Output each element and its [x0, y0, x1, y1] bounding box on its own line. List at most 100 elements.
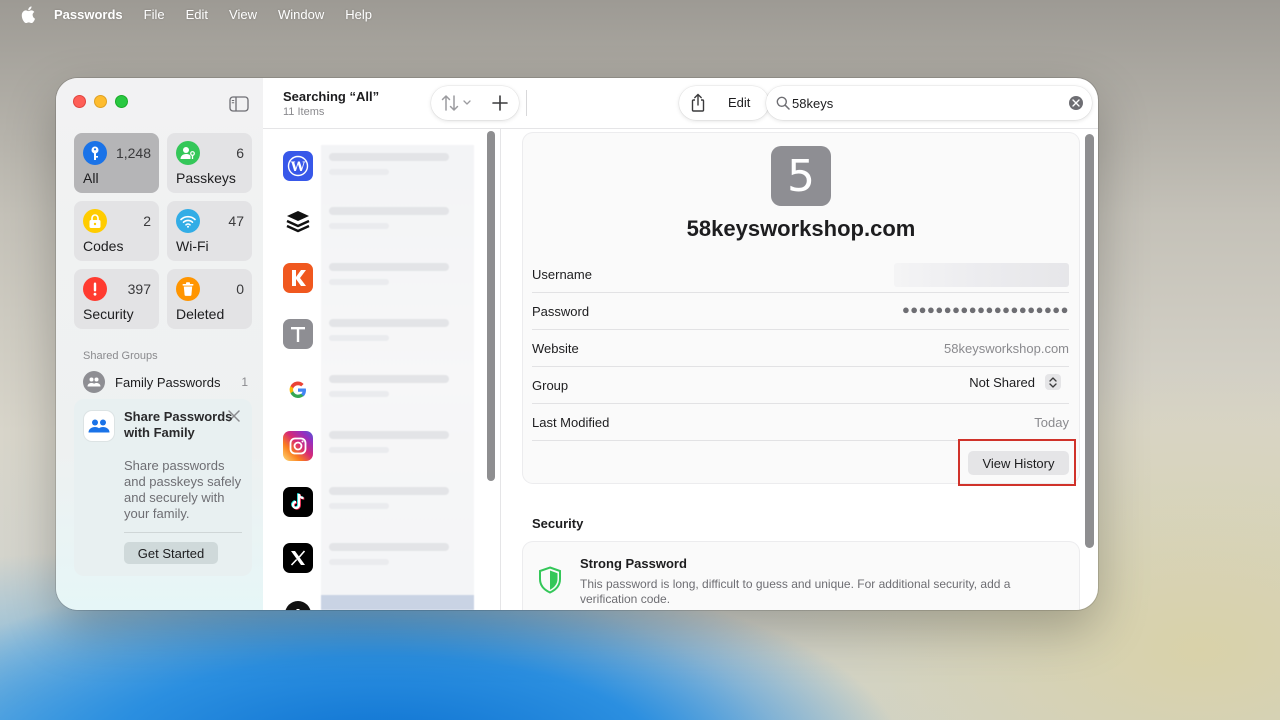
exclamation-icon	[83, 277, 107, 301]
share-icon[interactable]	[688, 93, 708, 113]
family-group-count: 1	[241, 375, 248, 389]
website-row[interactable]: Website 58keysworkshop.com	[532, 330, 1069, 367]
tile-label: All	[83, 170, 99, 186]
blurred-list-entries	[321, 145, 474, 610]
minimize-window-button[interactable]	[94, 95, 107, 108]
column-divider	[500, 129, 501, 610]
menu-edit[interactable]: Edit	[186, 7, 208, 22]
detail-scrollbar[interactable]	[1085, 134, 1094, 548]
window-controls	[73, 95, 128, 108]
group-label: Group	[532, 378, 569, 393]
wifi-icon	[176, 209, 200, 233]
sidebar: 1,248 All 6 Passkeys 2 Codes 47 Wi-Fi 39…	[56, 78, 263, 610]
edit-button[interactable]: Edit	[728, 95, 750, 110]
tile-count: 2	[143, 213, 151, 229]
passwords-window: 1,248 All 6 Passkeys 2 Codes 47 Wi-Fi 39…	[56, 78, 1098, 610]
search-icon	[776, 96, 790, 110]
buffer-icon[interactable]	[283, 207, 313, 237]
username-value-blurred	[894, 263, 1069, 287]
search-field	[766, 86, 1092, 120]
site-monogram-icon: 5	[771, 146, 831, 206]
list-item	[329, 319, 449, 327]
tile-count: 0	[236, 281, 244, 297]
get-started-button[interactable]: Get Started	[124, 542, 218, 564]
tile-label: Security	[83, 306, 134, 322]
list-scrollbar[interactable]	[487, 131, 495, 481]
clear-search-icon[interactable]	[1069, 96, 1083, 110]
menu-file[interactable]: File	[144, 7, 165, 22]
tile-passkeys[interactable]: 6 Passkeys	[167, 133, 252, 193]
tile-security[interactable]: 397 Security	[74, 269, 159, 329]
search-input[interactable]	[792, 93, 1052, 113]
menu-window[interactable]: Window	[278, 7, 324, 22]
add-icon[interactable]	[491, 94, 509, 112]
list-item	[329, 503, 389, 509]
x-icon[interactable]	[283, 543, 313, 573]
sidebar-toggle-icon[interactable]	[229, 96, 249, 112]
password-detail-card: 5 58keysworkshop.com Username Password ●…	[523, 133, 1079, 483]
trash-icon	[176, 277, 200, 301]
website-value[interactable]: 58keysworkshop.com	[944, 341, 1069, 356]
partial-icon[interactable]	[283, 599, 313, 610]
zoom-window-button[interactable]	[115, 95, 128, 108]
wordpress-icon[interactable]: W	[283, 151, 313, 181]
menu-app-name[interactable]: Passwords	[54, 7, 123, 22]
k-app-icon[interactable]	[283, 263, 313, 293]
password-value: ●●●●●●●●●●●●●●●●●●●●	[901, 302, 1069, 317]
list-item	[329, 375, 449, 383]
tile-codes[interactable]: 2 Codes	[74, 201, 159, 261]
tile-label: Wi-Fi	[176, 238, 209, 254]
selected-list-item[interactable]	[321, 595, 474, 610]
password-label: Password	[532, 304, 590, 319]
last-modified-label: Last Modified	[532, 415, 610, 430]
share-card-body: Share passwords and passkeys safely and …	[124, 458, 242, 521]
group-select[interactable]: Not Shared	[969, 374, 1061, 390]
username-label: Username	[532, 267, 592, 282]
tile-all[interactable]: 1,248 All	[74, 133, 159, 193]
security-item-description: This password is long, difficult to gues…	[580, 577, 1011, 606]
list-item	[329, 223, 389, 229]
google-icon[interactable]	[283, 375, 313, 405]
site-title: 58keysworkshop.com	[686, 216, 916, 241]
share-with-family-card: Share Passwords with Family Share passwo…	[74, 399, 252, 576]
family-sharing-icon	[84, 411, 114, 441]
key-icon	[83, 141, 107, 165]
chevron-updown-icon	[1045, 374, 1061, 390]
list-item	[329, 447, 389, 453]
menu-bar: Passwords File Edit View Window Help	[0, 0, 1280, 28]
share-edit-group: Edit	[679, 86, 769, 120]
list-title: Searching “All”	[283, 89, 380, 104]
person-key-icon	[176, 141, 200, 165]
menu-help[interactable]: Help	[345, 7, 372, 22]
list-item	[329, 431, 449, 439]
list-toolbar-group	[431, 86, 519, 120]
list-item	[329, 153, 449, 161]
tile-wifi[interactable]: 47 Wi-Fi	[167, 201, 252, 261]
close-window-button[interactable]	[73, 95, 86, 108]
security-heading: Security	[532, 516, 584, 531]
apple-menu-icon[interactable]	[18, 4, 38, 24]
tile-count: 397	[127, 281, 151, 297]
instagram-icon[interactable]	[283, 431, 313, 461]
list-item	[329, 263, 449, 271]
group-row: Group Not Shared	[532, 367, 1069, 404]
t-letter-icon[interactable]	[283, 319, 313, 349]
website-label: Website	[532, 341, 579, 356]
group-value: Not Shared	[969, 374, 1035, 390]
list-item	[329, 169, 389, 175]
list-item	[329, 391, 389, 397]
menu-view[interactable]: View	[229, 7, 257, 22]
list-item	[329, 335, 389, 341]
list-item	[329, 279, 389, 285]
tiktok-icon[interactable]	[283, 487, 313, 517]
sort-icon[interactable]	[441, 94, 475, 112]
tile-label: Passkeys	[176, 170, 236, 186]
username-row[interactable]: Username	[532, 256, 1069, 293]
svg-text:W: W	[290, 160, 306, 175]
sidebar-item-family-passwords[interactable]: Family Passwords 1	[83, 370, 248, 394]
share-card-divider	[124, 532, 242, 533]
password-row[interactable]: Password ●●●●●●●●●●●●●●●●●●●●	[532, 293, 1069, 330]
highlight-box	[958, 439, 1076, 486]
tile-deleted[interactable]: 0 Deleted	[167, 269, 252, 329]
tile-label: Codes	[83, 238, 124, 254]
